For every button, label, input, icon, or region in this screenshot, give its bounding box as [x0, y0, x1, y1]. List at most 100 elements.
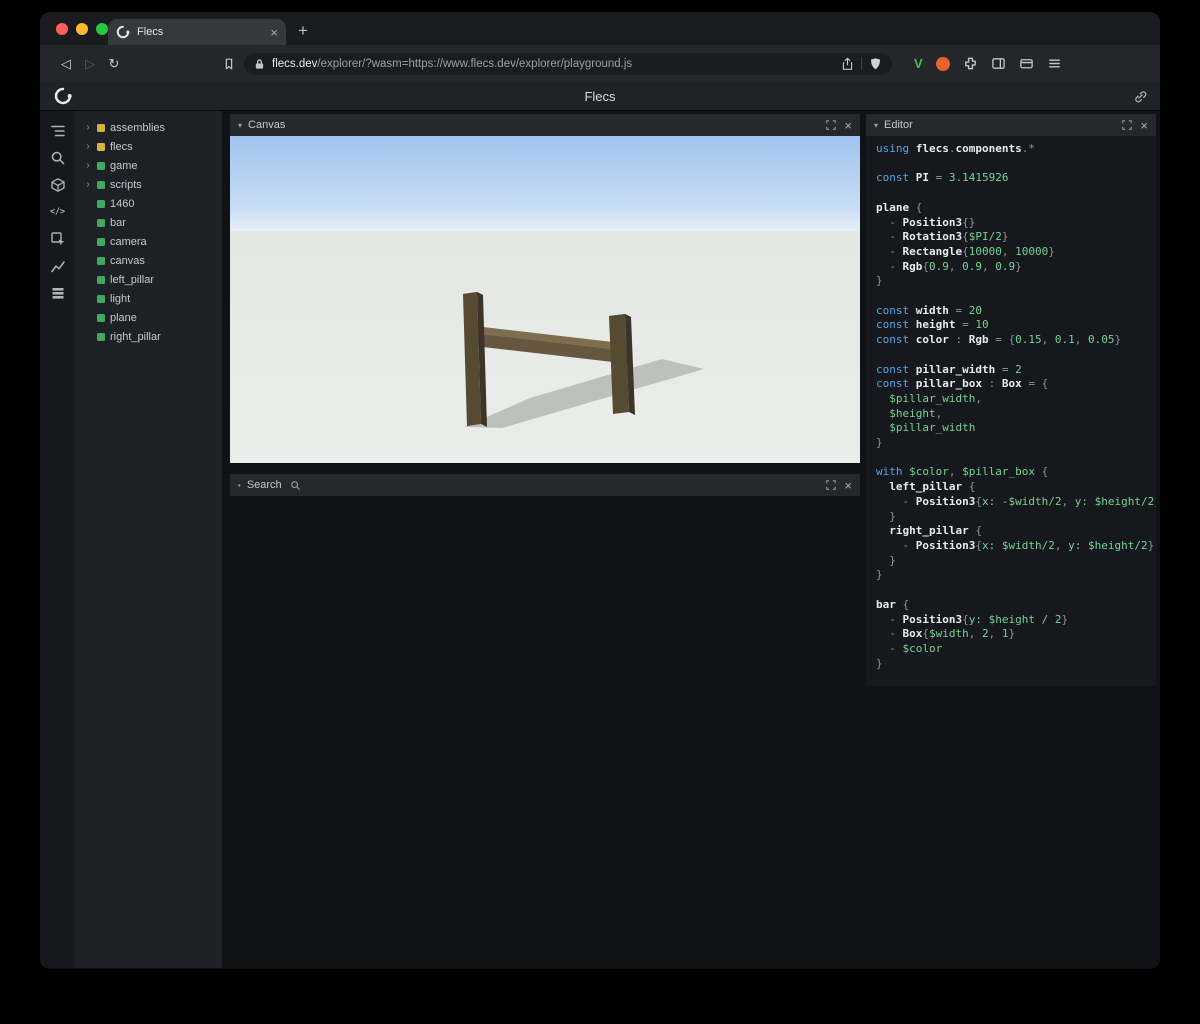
tree-item[interactable]: right_pillar [75, 327, 222, 346]
expand-icon[interactable] [826, 120, 837, 130]
url-divider [861, 57, 862, 70]
tree-item-label: assemblies [110, 121, 166, 134]
code-line: - Position3{x: -$width/2, y: $height/2} [876, 494, 1156, 508]
search-magnifier-icon[interactable] [290, 480, 301, 491]
canvas-panel-title: Canvas [248, 119, 286, 131]
flecs-favicon-icon [116, 25, 130, 39]
code-line: right_pillar { [889, 524, 982, 538]
code-line: const PI = 3.1415926 [876, 171, 1009, 185]
code-line: $pillar_width, [876, 391, 982, 405]
code-line: } [876, 274, 883, 288]
entity-color-square [97, 237, 105, 246]
reload-button[interactable]: ↻ [102, 56, 126, 72]
expand-icon[interactable] [826, 480, 837, 490]
tree-item[interactable]: canvas [75, 251, 222, 270]
sidebar-panel-icon[interactable] [991, 56, 1006, 71]
browser-toolbar: ◁ ▷ ↻ flecs.dev/explorer/?wasm=https://w… [40, 45, 1160, 82]
expand-arrow-icon[interactable]: › [84, 141, 92, 152]
tab-strip: Flecs × + [40, 12, 1160, 45]
stats-chart-icon[interactable] [50, 258, 66, 274]
search-icon[interactable] [50, 150, 66, 166]
code-line: - Position3{x: $width/2, y: $height/2} [876, 538, 1155, 552]
entity-color-square [97, 180, 105, 189]
code-line: } [876, 568, 883, 582]
browser-tab[interactable]: Flecs × [108, 19, 286, 45]
wallet-icon[interactable] [1019, 56, 1034, 71]
tree-item[interactable]: › scripts [75, 175, 222, 194]
page-title: Flecs [584, 88, 616, 104]
new-tab-button[interactable]: + [298, 21, 308, 41]
expand-arrow-icon[interactable]: › [84, 160, 92, 171]
collapse-chevron-icon[interactable]: ▾ [238, 121, 242, 130]
code-icon[interactable]: </> [50, 204, 66, 220]
code-line: - Position3{} [876, 215, 976, 229]
url-path: /explorer/?wasm=https://www.flecs.dev/ex… [317, 57, 633, 70]
browser-window: Flecs × + ◁ ▷ ↻ flecs.dev/explorer/?wasm… [40, 12, 1160, 969]
code-line: const color : Rgb = {0.15, 0.1, 0.05} [876, 333, 1122, 347]
sky [230, 136, 860, 233]
code-line: const pillar_box : Box = { [876, 377, 1049, 391]
rows-list-icon[interactable] [50, 285, 66, 301]
close-icon[interactable]: × [844, 119, 852, 132]
tree-item[interactable]: light [75, 289, 222, 308]
editor-panel: ▾ Editor × using flecs.components.* cons… [866, 114, 1156, 968]
bullet-icon[interactable]: • [238, 481, 241, 490]
tab-close-icon[interactable]: × [270, 26, 278, 39]
code-line: - Rgb{0.9, 0.9, 0.9} [876, 259, 1022, 273]
code-line: with $color, $pillar_box { [876, 465, 1049, 479]
expand-arrow-icon[interactable]: › [84, 179, 92, 190]
menu-icon[interactable] [1047, 56, 1062, 71]
outliner-icon[interactable] [50, 123, 66, 139]
tree-item[interactable]: bar [75, 213, 222, 232]
inspect-icon[interactable] [50, 231, 66, 247]
orange-extension-icon[interactable] [935, 56, 950, 71]
close-window-button[interactable] [56, 23, 68, 35]
code-line: - Rectangle{10000, 10000} [876, 244, 1055, 258]
extension-icons: V [914, 56, 1062, 71]
bookmark-icon[interactable] [222, 57, 236, 71]
forward-button[interactable]: ▷ [78, 56, 102, 72]
code-editor[interactable]: using flecs.components.* const PI = 3.14… [866, 136, 1156, 686]
entity-color-square [97, 123, 105, 132]
collapse-chevron-icon[interactable]: ▾ [874, 121, 878, 130]
tree-item-label: right_pillar [110, 330, 161, 343]
expand-arrow-icon[interactable]: › [84, 122, 92, 133]
code-line: using flecs.components.* [876, 142, 1035, 155]
tree-item[interactable]: › flecs [75, 137, 222, 156]
entity-color-square [97, 199, 105, 208]
tree-item[interactable]: › assemblies [75, 118, 222, 137]
close-icon[interactable]: × [844, 479, 852, 492]
entity-color-square [97, 313, 105, 322]
entities-cube-icon[interactable] [50, 177, 66, 193]
tree-item[interactable]: left_pillar [75, 270, 222, 289]
entity-tree: › assemblies › flecs › game › scripts 1460 bar cam… [75, 111, 222, 968]
code-line: } [889, 553, 896, 567]
entity-color-square [97, 256, 105, 265]
brave-shield-icon[interactable] [869, 57, 882, 71]
tree-item[interactable]: 1460 [75, 194, 222, 213]
back-button[interactable]: ◁ [54, 56, 78, 72]
code-line: - Rotation3{$PI/2} [876, 230, 1009, 244]
code-line: } [876, 656, 883, 670]
window-controls [56, 23, 108, 35]
canvas-3d-scene[interactable] [230, 136, 860, 463]
url-bar[interactable]: flecs.dev/explorer/?wasm=https://www.fle… [244, 52, 892, 75]
code-line: plane { [876, 200, 923, 214]
center-column: ▾ Canvas × • Search × [222, 111, 860, 968]
share-link-icon[interactable] [1133, 89, 1148, 104]
minimize-window-button[interactable] [76, 23, 88, 35]
tree-item[interactable]: plane [75, 308, 222, 327]
close-icon[interactable]: × [1140, 119, 1148, 132]
canvas-panel-header: ▾ Canvas × [230, 114, 860, 136]
tree-item[interactable]: › game [75, 156, 222, 175]
tree-item[interactable]: camera [75, 232, 222, 251]
extensions-puzzle-icon[interactable] [963, 56, 978, 71]
code-area: using flecs.components.* const PI = 3.14… [876, 142, 1156, 671]
share-icon[interactable] [841, 57, 854, 71]
vimium-extension-icon[interactable]: V [914, 56, 923, 71]
zoom-window-button[interactable] [96, 23, 108, 35]
expand-icon[interactable] [1122, 120, 1133, 130]
